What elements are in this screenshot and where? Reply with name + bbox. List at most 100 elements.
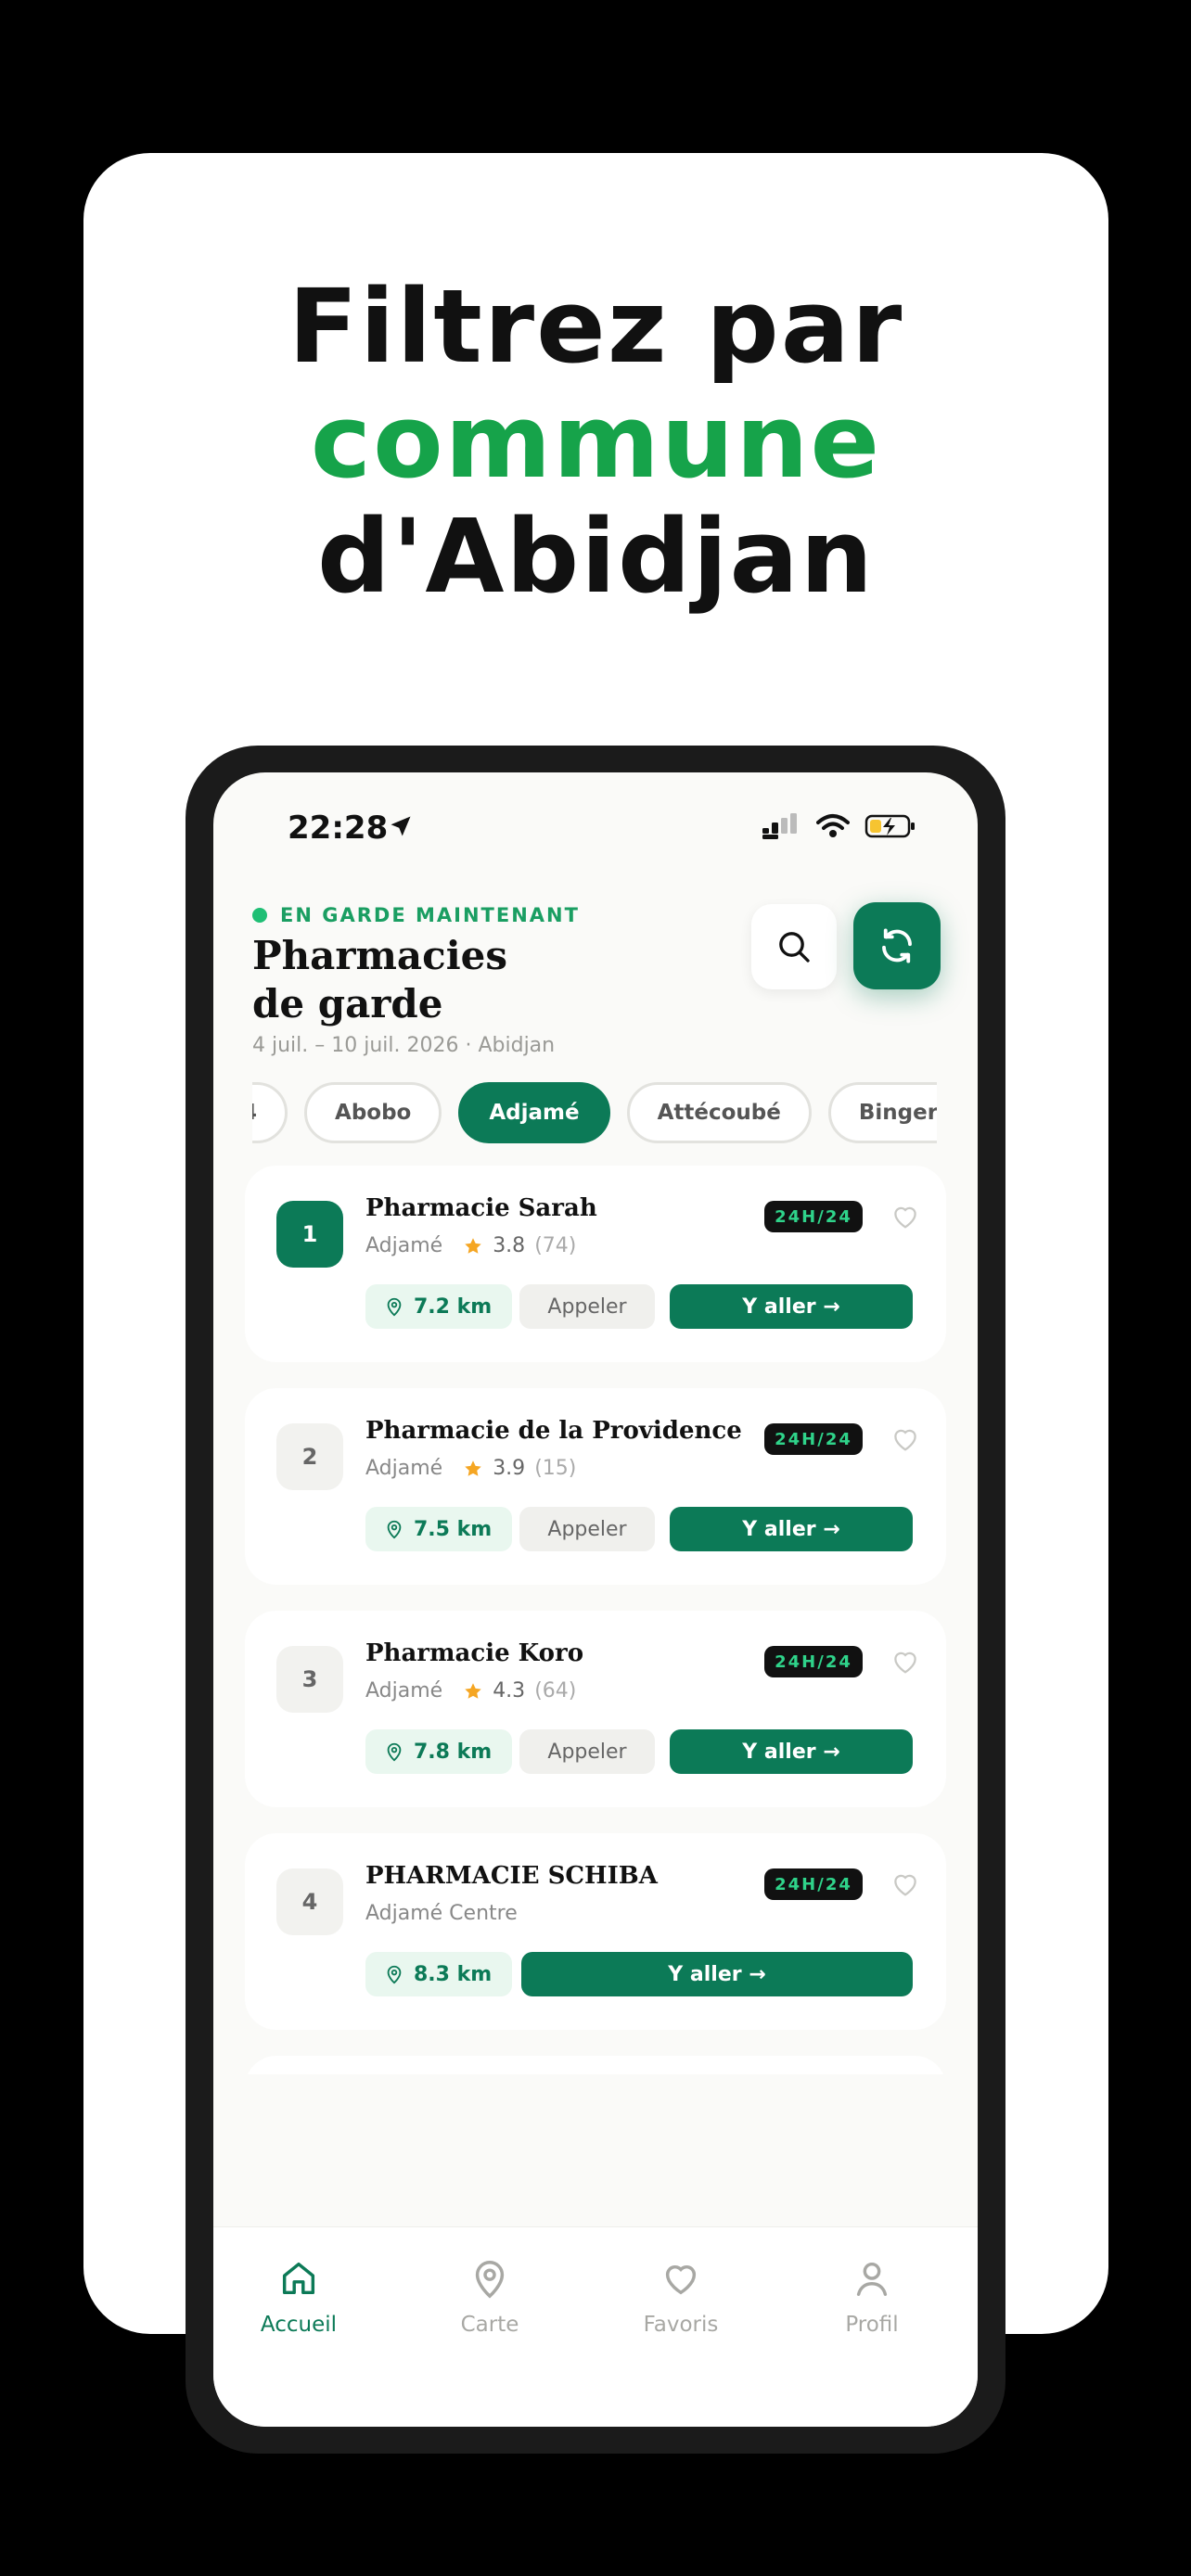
map-pin-icon	[387, 1965, 402, 1984]
page-title-line-1: Pharmacies	[252, 933, 508, 978]
page-title-line-2: de garde	[252, 981, 443, 1027]
promo-headline: Filtrez par commune d'Abidjan	[83, 269, 1108, 614]
call-button[interactable]: Appeler	[519, 1507, 655, 1551]
eyebrow-label: EN GARDE MAINTENANT	[280, 904, 580, 926]
date-range: 4 juil. – 10 juil. 2026 · Abidjan	[252, 1034, 556, 1057]
pharmacy-name: Pharmacie de la Providence	[365, 1417, 742, 1445]
headline-line-2: commune	[310, 382, 882, 501]
favorite-button[interactable]	[889, 1646, 922, 1681]
pharmacy-meta: Adjamé 3.9 (15)	[365, 1457, 576, 1480]
heart-icon	[894, 1874, 916, 1896]
distance-value: 7.2 km	[414, 1294, 493, 1319]
pharmacy-card[interactable]: 1 Pharmacie Sarah 24H/24 Adjamé 3.8 (74) 7.2 k…	[245, 1166, 946, 1362]
open-24h-badge: 24H/24	[764, 1868, 863, 1900]
distance-chip: 7.5 km	[365, 1507, 513, 1551]
on-duty-indicator: EN GARDE MAINTENANT	[252, 904, 580, 926]
commune-chip[interactable]: Bingerville	[827, 1082, 937, 1143]
battery-charging-icon	[864, 814, 915, 838]
pharmacy-meta: Adjamé Centre	[365, 1902, 529, 1925]
status-bar: 22:28	[213, 772, 978, 874]
call-button[interactable]: Appeler	[519, 1729, 655, 1774]
location-arrow-icon	[391, 816, 411, 836]
refresh-icon	[882, 928, 912, 963]
status-time: 22:28	[288, 810, 389, 847]
bottom-tab-bar: Accueil Carte Favoris Profil	[213, 2226, 978, 2427]
commune-chip[interactable]: Abobo	[304, 1082, 442, 1143]
headline-line-1: Filtrez par	[288, 267, 904, 386]
rank-badge: 3	[276, 1646, 343, 1713]
pharmacy-area: Adjamé	[365, 1234, 443, 1257]
star-icon	[465, 1682, 481, 1699]
call-button[interactable]: Appeler	[519, 1284, 655, 1329]
pharmacy-name: PHARMACIE SCHIBA	[365, 1862, 658, 1890]
pharmacy-area: Adjamé Centre	[365, 1902, 518, 1925]
rank-badge: 1	[276, 1201, 343, 1268]
favorite-button[interactable]	[889, 1868, 922, 1904]
distance-chip: 8.3 km	[365, 1952, 513, 1996]
tab-icon	[416, 2255, 564, 2302]
tab-icon	[798, 2255, 946, 2302]
pharmacy-card[interactable]: 2 Pharmacie de la Providence 24H/24 Adjamé 3…	[245, 1388, 946, 1585]
distance-chip: 7.2 km	[365, 1284, 513, 1329]
rank-badge: 2	[276, 1423, 343, 1490]
refresh-button[interactable]	[853, 902, 941, 989]
phone-screen: 22:28 EN GARDE MAINTENANT Pharmacies de …	[213, 772, 978, 2427]
heart-icon	[894, 1206, 916, 1229]
rating-value: 3.8	[493, 1234, 526, 1257]
tab-label: Profil	[845, 2313, 899, 2337]
tab-carte[interactable]: Carte	[416, 2255, 564, 2337]
rating-count: (74)	[534, 1234, 577, 1257]
wifi-icon	[816, 814, 850, 837]
pharmacy-meta: Adjamé 4.3 (64)	[365, 1679, 576, 1702]
live-dot-icon	[252, 908, 267, 923]
heart-icon	[894, 1651, 916, 1674]
heart-icon	[894, 1429, 916, 1451]
commune-filter-bar[interactable]: 24 Abobo Adjamé AttécoubéBingerville	[252, 1082, 937, 1149]
rating-value: 4.3	[493, 1679, 526, 1702]
page-title: Pharmacies de garde	[252, 932, 642, 1028]
heart-icon	[665, 2264, 697, 2295]
directions-button[interactable]: Y aller →	[521, 1952, 913, 1996]
tab-favoris[interactable]: Favoris	[607, 2255, 755, 2337]
tab-label: Favoris	[643, 2313, 719, 2337]
commune-chip[interactable]: Adjamé	[458, 1082, 610, 1143]
map-pin-icon	[387, 1520, 402, 1539]
favorite-button[interactable]	[889, 1423, 922, 1459]
tab-accueil[interactable]: Accueil	[224, 2255, 373, 2337]
cellular-signal-icon	[762, 813, 797, 839]
status-icons	[762, 813, 916, 839]
tab-profil[interactable]: Profil	[798, 2255, 946, 2337]
star-icon	[465, 1237, 481, 1254]
pharmacy-card[interactable]: 4 PHARMACIE SCHIBA 24H/24 Adjamé Centre 8.3 …	[245, 1833, 946, 2030]
tab-label: Accueil	[260, 2313, 338, 2337]
distance-value: 7.5 km	[414, 1517, 493, 1541]
directions-button[interactable]: Y aller →	[670, 1729, 913, 1774]
pharmacy-area: Adjamé	[365, 1457, 443, 1480]
home-icon	[282, 2262, 315, 2295]
search-icon	[779, 932, 810, 963]
directions-button[interactable]: Y aller →	[670, 1284, 913, 1329]
star-icon	[465, 1460, 481, 1476]
distance-value: 8.3 km	[414, 1962, 493, 1986]
search-button[interactable]	[751, 904, 837, 989]
tab-icon	[224, 2255, 373, 2302]
rank-badge: 4	[276, 1868, 343, 1935]
rating-value: 3.9	[493, 1457, 526, 1480]
map-pin-icon	[387, 1742, 402, 1762]
map-pin-icon	[387, 1297, 402, 1317]
pharmacy-name: Pharmacie Koro	[365, 1639, 584, 1667]
pharmacy-list[interactable]: 1 Pharmacie Sarah 24H/24 Adjamé 3.8 (74) 7.2 k…	[213, 1166, 978, 2074]
pharmacy-name: Pharmacie Sarah	[365, 1194, 597, 1222]
open-24h-badge: 24H/24	[764, 1646, 863, 1677]
distance-chip: 7.8 km	[365, 1729, 513, 1774]
tab-label: Carte	[460, 2313, 519, 2337]
directions-button[interactable]: Y aller →	[670, 1507, 913, 1551]
commune-chip[interactable]: 24	[252, 1082, 288, 1143]
distance-value: 7.8 km	[414, 1740, 493, 1764]
pharmacy-card[interactable]: 3 Pharmacie Koro 24H/24 Adjamé 4.3 (64) 7.8 km…	[245, 1611, 946, 1807]
rating-count: (15)	[534, 1457, 577, 1480]
commune-chip[interactable]: Attécoubé	[626, 1082, 812, 1143]
pharmacy-card[interactable]: 5Pharmacie de la Grande Mosquée24H/24Adj…	[245, 2056, 946, 2074]
favorite-button[interactable]	[889, 1201, 922, 1236]
user-icon	[856, 2262, 888, 2296]
